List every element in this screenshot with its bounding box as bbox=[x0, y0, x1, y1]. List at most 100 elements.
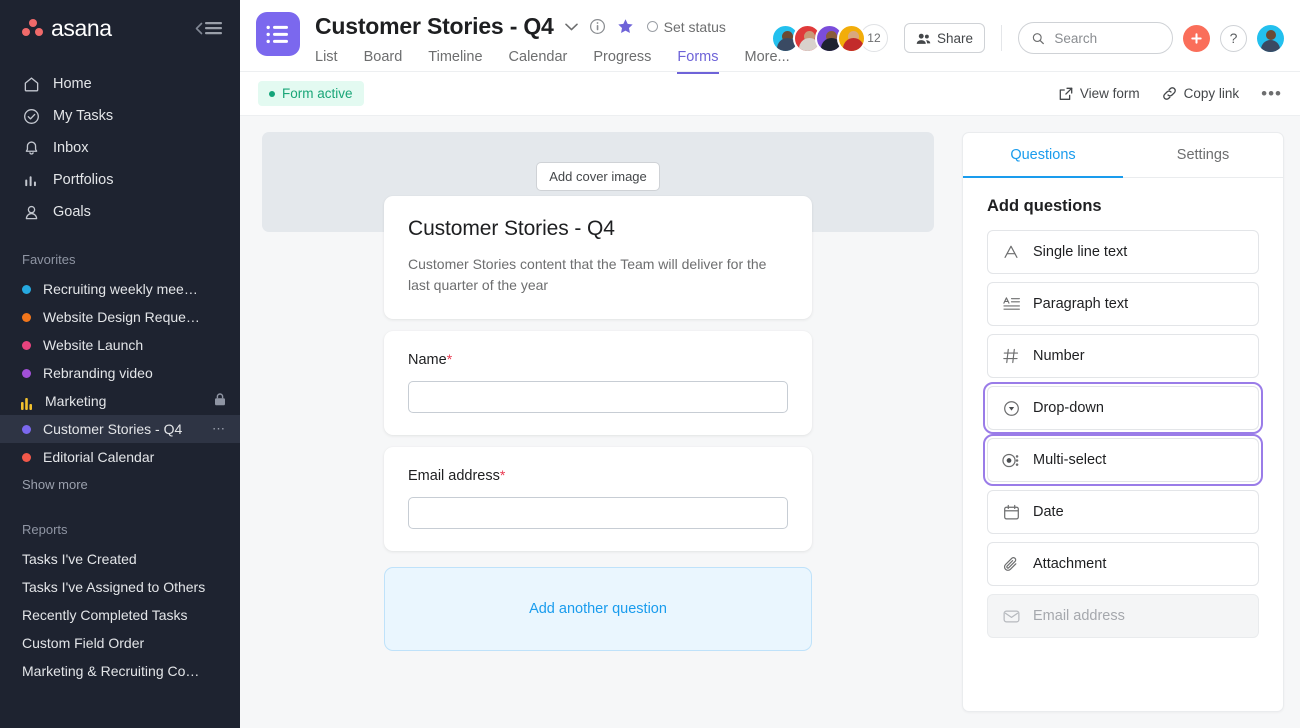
question-type-single-line-text[interactable]: Single line text bbox=[987, 230, 1259, 274]
sidebar-item-portfolios[interactable]: Portfolios bbox=[0, 164, 240, 196]
favorite-item[interactable]: Website Design Reque… bbox=[0, 303, 240, 331]
calendar-icon bbox=[1002, 504, 1020, 521]
favorite-item-customer-stories-q4[interactable]: Customer Stories - Q4 ⋯ bbox=[0, 415, 240, 443]
add-cover-image-button[interactable]: Add cover image bbox=[536, 161, 660, 191]
tab-board[interactable]: Board bbox=[364, 49, 403, 74]
add-questions-heading: Add questions bbox=[987, 197, 1102, 215]
form-description: Customer Stories content that the Team w… bbox=[408, 256, 767, 293]
favorite-star-icon[interactable] bbox=[617, 18, 634, 35]
report-item[interactable]: Recently Completed Tasks bbox=[0, 601, 240, 629]
multi-select-icon bbox=[1002, 452, 1020, 469]
bar-chart-icon bbox=[21, 397, 33, 410]
sidebar-item-home[interactable]: Home bbox=[0, 68, 240, 100]
set-status-button[interactable]: Set status bbox=[646, 19, 726, 35]
question-type-paragraph-text[interactable]: Paragraph text bbox=[987, 282, 1259, 326]
question-type-label: Attachment bbox=[1033, 556, 1107, 572]
sidebar-item-goals[interactable]: Goals bbox=[0, 196, 240, 228]
favorite-item[interactable]: Rebranding video bbox=[0, 359, 240, 387]
question-type-label: Email address bbox=[1033, 608, 1125, 624]
name-field[interactable] bbox=[408, 381, 788, 413]
home-icon bbox=[22, 75, 40, 93]
collapse-sidebar-button[interactable] bbox=[195, 21, 222, 35]
form-preview-column: Add cover image Customer Stories - Q4 Cu… bbox=[256, 132, 940, 712]
status-dot-icon bbox=[269, 90, 275, 97]
email-field[interactable] bbox=[408, 497, 788, 529]
copy-link-button[interactable]: Copy link bbox=[1162, 86, 1240, 101]
question-type-attachment[interactable]: Attachment bbox=[987, 542, 1259, 586]
tab-settings[interactable]: Settings bbox=[1123, 133, 1283, 178]
form-question-card-name[interactable]: Name* bbox=[384, 331, 812, 435]
chevron-down-icon[interactable] bbox=[564, 23, 578, 31]
report-item[interactable]: Marketing & Recruiting Co… bbox=[0, 657, 240, 685]
share-button[interactable]: Share bbox=[903, 23, 985, 53]
form-toolbar: Form active View form Copy link ••• bbox=[240, 72, 1300, 116]
top-header: Customer Stories - Q4 Set status List Bo… bbox=[240, 0, 1300, 74]
link-icon bbox=[1162, 87, 1176, 100]
main-area: Customer Stories - Q4 Set status List Bo… bbox=[240, 0, 1300, 728]
plus-icon bbox=[1191, 32, 1202, 44]
content-area: Add cover image Customer Stories - Q4 Cu… bbox=[240, 116, 1300, 728]
report-item[interactable]: Tasks I've Assigned to Others bbox=[0, 573, 240, 601]
form-question-card-email[interactable]: Email address* bbox=[384, 447, 812, 551]
project-color-dot bbox=[22, 452, 31, 462]
favorite-item[interactable]: Recruiting weekly mee… bbox=[0, 275, 240, 303]
tab-questions[interactable]: Questions bbox=[963, 133, 1123, 178]
paperclip-icon bbox=[1002, 556, 1020, 573]
search-input[interactable] bbox=[1054, 30, 1159, 46]
required-marker: * bbox=[446, 351, 453, 367]
favorite-label: Website Launch bbox=[43, 337, 144, 353]
envelope-icon bbox=[1002, 609, 1020, 624]
question-label: Name* bbox=[408, 351, 788, 368]
project-color-dot bbox=[22, 312, 31, 322]
page-title: Customer Stories - Q4 bbox=[315, 13, 554, 39]
sidebar-item-my-tasks[interactable]: My Tasks bbox=[0, 100, 240, 132]
tab-list[interactable]: List bbox=[315, 49, 338, 74]
project-color-dot bbox=[22, 284, 31, 294]
form-more-options-button[interactable]: ••• bbox=[1261, 85, 1282, 102]
external-link-icon bbox=[1059, 87, 1073, 100]
question-type-label: Number bbox=[1033, 348, 1085, 364]
search-icon bbox=[1032, 32, 1044, 44]
sidebar: asana Home My Tasks Inbox Portfolios Goa… bbox=[0, 0, 240, 728]
view-form-button[interactable]: View form bbox=[1059, 86, 1140, 101]
user-avatar[interactable] bbox=[1257, 24, 1284, 52]
question-type-multi-select[interactable]: Multi-select bbox=[983, 434, 1263, 486]
report-item[interactable]: Custom Field Order bbox=[0, 629, 240, 657]
question-type-drop-down[interactable]: Drop-down bbox=[983, 382, 1263, 434]
panel-body: Add questions Single line text Paragraph… bbox=[963, 178, 1283, 646]
sidebar-item-label: Home bbox=[53, 76, 92, 92]
avatar[interactable] bbox=[836, 23, 866, 53]
question-type-date[interactable]: Date bbox=[987, 490, 1259, 534]
add-another-question-button[interactable]: Add another question bbox=[384, 567, 812, 651]
favorite-item-marketing[interactable]: Marketing bbox=[0, 387, 240, 415]
info-icon[interactable] bbox=[589, 18, 606, 35]
show-more-favorites-button[interactable]: Show more bbox=[0, 471, 240, 498]
favorite-overflow-menu-button[interactable]: ⋯ bbox=[212, 421, 226, 437]
chevron-left-icon bbox=[195, 22, 203, 34]
create-button[interactable] bbox=[1183, 24, 1210, 52]
help-button[interactable]: ? bbox=[1220, 24, 1247, 52]
letter-a-icon bbox=[1002, 244, 1020, 260]
favorite-item[interactable]: Editorial Calendar bbox=[0, 443, 240, 471]
tab-timeline[interactable]: Timeline bbox=[428, 49, 482, 74]
project-list-icon bbox=[256, 12, 300, 56]
tab-calendar[interactable]: Calendar bbox=[509, 49, 568, 74]
favorite-label: Website Design Reque… bbox=[43, 309, 200, 325]
question-label: Email address* bbox=[408, 467, 788, 484]
question-type-number[interactable]: Number bbox=[987, 334, 1259, 378]
tab-forms[interactable]: Forms bbox=[677, 49, 719, 74]
form-header-card[interactable]: Customer Stories - Q4 Customer Stories c… bbox=[384, 196, 812, 319]
status-badge: Form active bbox=[258, 81, 364, 106]
reports-section-title: Reports bbox=[22, 521, 68, 537]
favorite-item[interactable]: Website Launch bbox=[0, 331, 240, 359]
search-box[interactable] bbox=[1018, 22, 1173, 54]
sidebar-header: asana bbox=[0, 0, 240, 56]
asana-logo[interactable]: asana bbox=[22, 15, 112, 42]
sidebar-item-inbox[interactable]: Inbox bbox=[0, 132, 240, 164]
tab-progress[interactable]: Progress bbox=[593, 49, 651, 74]
check-circle-icon bbox=[22, 107, 40, 125]
questions-panel: Questions Settings Add questions Single … bbox=[962, 132, 1284, 712]
question-type-label: Drop-down bbox=[1033, 400, 1104, 416]
report-item[interactable]: Tasks I've Created bbox=[0, 545, 240, 573]
copy-link-label: Copy link bbox=[1183, 86, 1240, 101]
